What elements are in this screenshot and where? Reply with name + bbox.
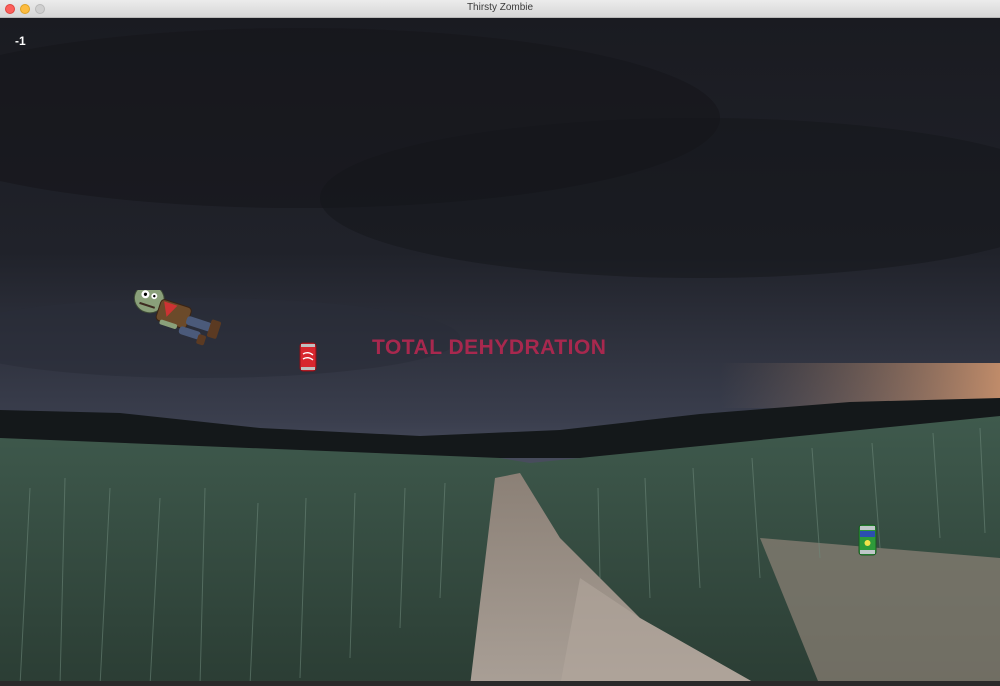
- window-title: Thirsty Zombie: [466, 2, 534, 13]
- bottom-edge: [0, 681, 1000, 686]
- game-canvas[interactable]: -1 TOTAL DEHYDRATION: [0, 18, 1000, 686]
- score-counter: -1: [15, 34, 26, 48]
- soda-can-icon: [858, 524, 877, 556]
- zombie-icon: [133, 290, 222, 346]
- title-bar: Thirsty Zombie: [0, 0, 1000, 18]
- game-over-message: TOTAL DEHYDRATION: [372, 336, 607, 359]
- cola-can-icon: [299, 342, 317, 372]
- game-window: Thirsty Zombie -1 TOTAL DEHYDRATION: [0, 0, 1000, 686]
